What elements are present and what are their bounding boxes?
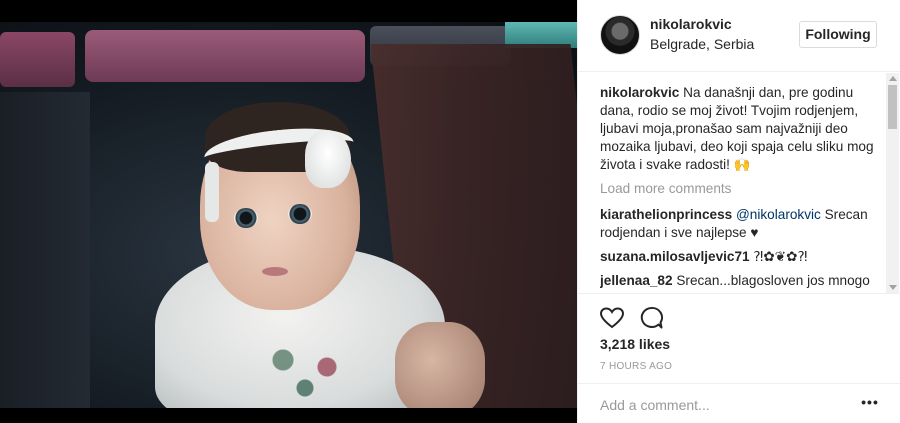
photo-headband-bow xyxy=(305,130,351,188)
list-item: kiarathelionprincess @nikolarokvic Sreca… xyxy=(600,206,886,242)
heart-icon[interactable] xyxy=(598,304,626,332)
comment-author[interactable]: kiarathelionprincess xyxy=(600,207,732,222)
post-username[interactable]: nikolarokvic xyxy=(650,16,732,32)
photo-dress-pattern xyxy=(250,332,360,402)
scroll-up-arrow-icon[interactable] xyxy=(889,76,897,81)
comment-bubble-icon[interactable] xyxy=(637,304,665,332)
scroll-down-arrow-icon[interactable] xyxy=(889,285,897,290)
photo-baby-arm xyxy=(395,322,485,408)
photo-cushion xyxy=(0,32,75,87)
comments-list: nikolarokvic Na današnji dan, pre godinu… xyxy=(600,84,886,290)
list-item: jellenaa_82 Srecan...blagosloven jos mno… xyxy=(600,272,886,290)
following-button[interactable]: Following xyxy=(799,21,877,48)
post-photo[interactable] xyxy=(0,0,577,423)
comment-author[interactable]: jellenaa_82 xyxy=(600,273,673,288)
photo-bench xyxy=(0,92,90,408)
photo-cushion xyxy=(85,30,365,82)
caption: nikolarokvic Na današnji dan, pre godinu… xyxy=(600,84,886,174)
avatar[interactable] xyxy=(600,15,640,55)
list-item: suzana.milosavljevic71 ⁈✿❦✿⁈ xyxy=(600,248,886,266)
post-timestamp[interactable]: 7 HOURS AGO xyxy=(600,361,672,372)
comment-input[interactable] xyxy=(600,394,850,416)
scrollbar-thumb[interactable] xyxy=(888,85,897,129)
comment-mention[interactable]: @nikolarokvic xyxy=(736,207,821,222)
caption-author[interactable]: nikolarokvic xyxy=(600,85,679,100)
post-side-panel: nikolarokvic Belgrade, Serbia Following … xyxy=(577,0,900,423)
post-actions: 3,218 likes 7 HOURS AGO ••• xyxy=(578,293,900,423)
load-more-comments-link[interactable]: Load more comments xyxy=(600,180,886,198)
comment-author[interactable]: suzana.milosavljevic71 xyxy=(600,249,750,264)
photo-baby-eye xyxy=(234,208,258,228)
likes-count[interactable]: 3,218 likes xyxy=(600,336,670,352)
post-location[interactable]: Belgrade, Serbia xyxy=(650,36,754,52)
comments-scrollbar[interactable] xyxy=(886,73,899,293)
photo-image xyxy=(0,22,577,408)
photo-headband xyxy=(205,162,219,222)
post-header: nikolarokvic Belgrade, Serbia Following xyxy=(578,0,900,72)
more-options-icon[interactable]: ••• xyxy=(860,394,880,414)
add-comment-section: ••• xyxy=(578,383,900,423)
comment-text: ⁈✿❦✿⁈ xyxy=(753,249,808,264)
photo-baby-eye xyxy=(288,204,312,224)
photo-baby-mouth xyxy=(262,267,288,276)
